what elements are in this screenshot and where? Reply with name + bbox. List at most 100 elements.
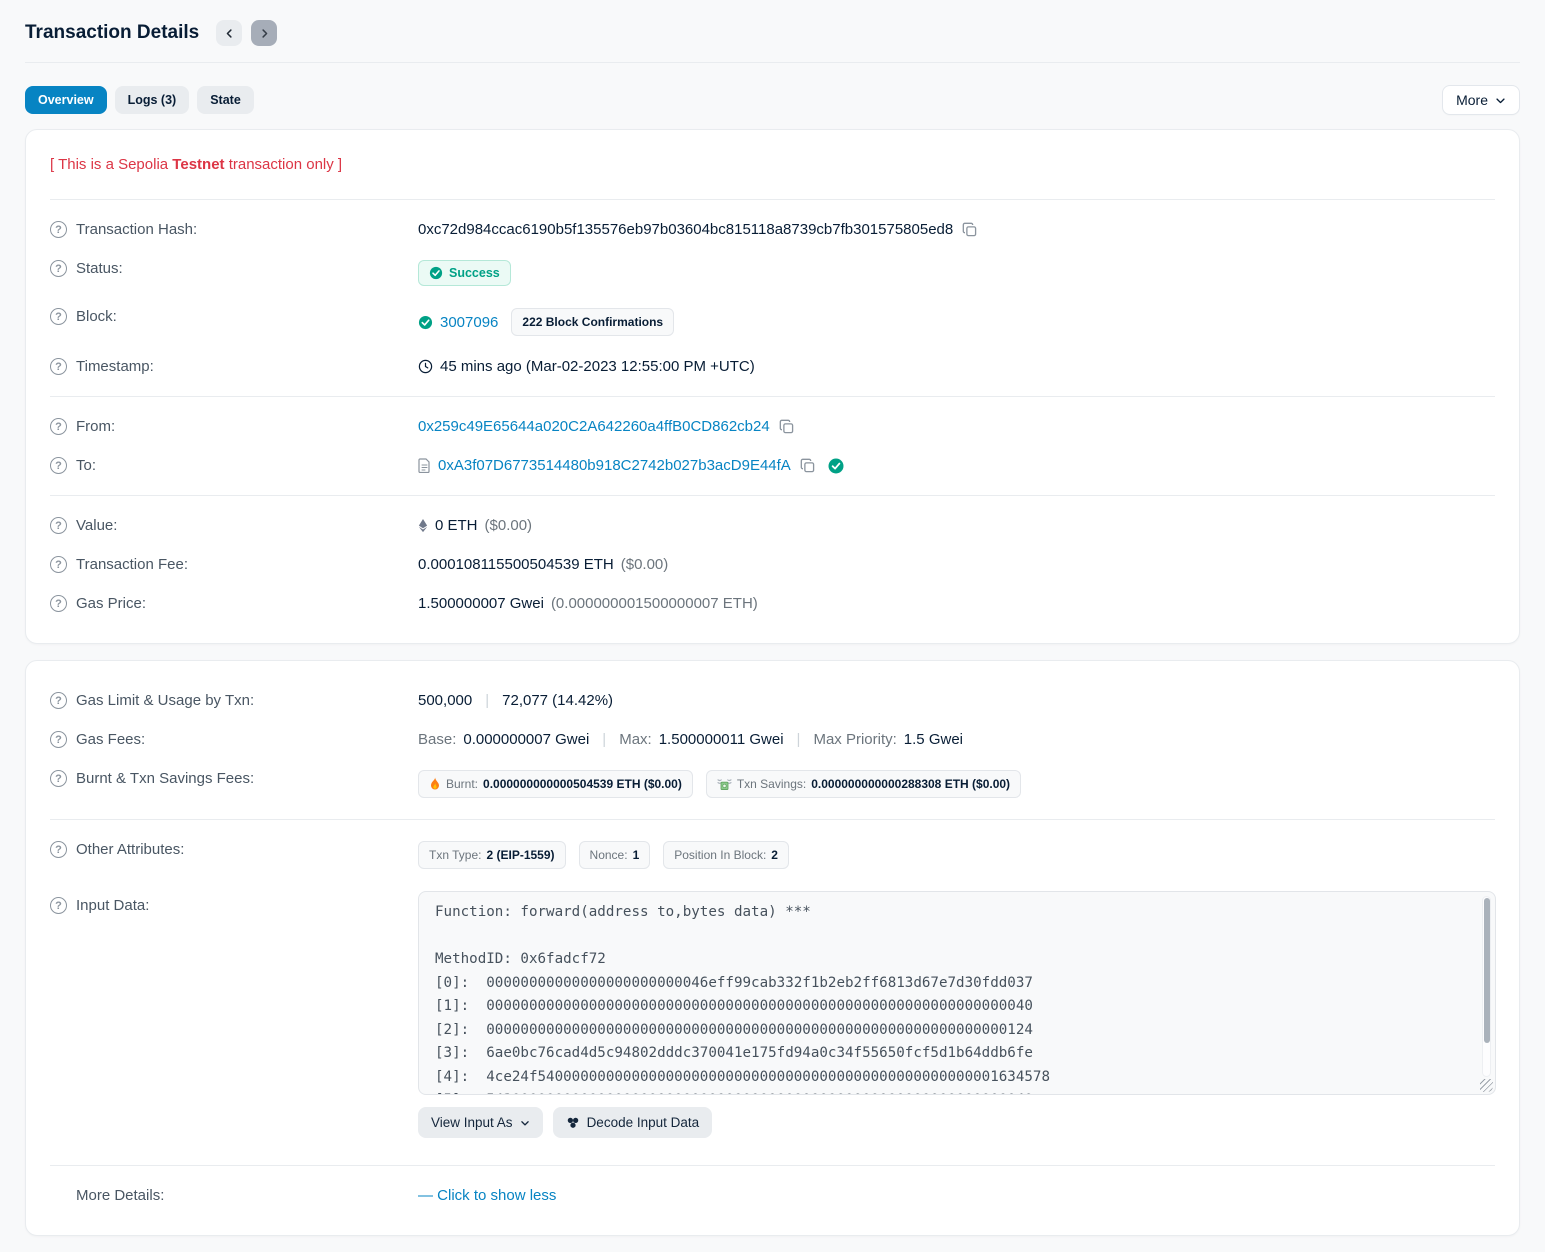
to-address-link[interactable]: 0xA3f07D6773514480b918C2742b027b3acD9E44… (438, 457, 791, 474)
status-badge-label: Success (449, 266, 500, 280)
row-timestamp: ? Timestamp: 45 mins ago (Mar-02-2023 12… (50, 347, 1495, 386)
help-icon[interactable]: ? (50, 841, 67, 858)
copy-icon (779, 419, 794, 434)
value-label: Value: (76, 517, 117, 534)
max-priority-fee-value: 1.5 Gwei (904, 731, 963, 748)
page: Transaction Details Overview Logs (3) St… (0, 0, 1545, 1236)
max-priority-fee-label: Max Priority: (813, 731, 896, 748)
position-in-block-label: Position In Block: (674, 848, 766, 862)
check-circle-icon (429, 266, 443, 280)
nonce-label: Nonce: (590, 848, 628, 862)
txn-savings-badge: Txn Savings: 0.000000000000288308 ETH ($… (706, 770, 1021, 798)
block-label: Block: (76, 308, 117, 325)
to-label: To: (76, 457, 96, 474)
input-data-scrollbar-thumb[interactable] (1484, 898, 1490, 1043)
tab-logs[interactable]: Logs (3) (115, 86, 190, 114)
transaction-hash-label: Transaction Hash: (76, 221, 197, 238)
divider (50, 819, 1495, 820)
position-in-block-value: 2 (771, 848, 778, 862)
timestamp-value: 45 mins ago (Mar-02-2023 12:55:00 PM +UT… (440, 358, 755, 375)
prev-transaction-button[interactable] (216, 20, 242, 46)
gas-price-amount: 1.500000007 Gwei (418, 595, 544, 612)
max-fee-label: Max: (619, 731, 652, 748)
gas-limit-label: Gas Limit & Usage by Txn: (76, 692, 254, 709)
row-burnt-savings-fees: ? Burnt & Txn Savings Fees: Burnt: 0.000… (50, 759, 1495, 809)
burnt-savings-label: Burnt & Txn Savings Fees: (76, 770, 254, 787)
txn-type-label: Txn Type: (429, 848, 481, 862)
copy-icon (962, 222, 977, 237)
input-data-actions: View Input As Decode Input Data (418, 1107, 1496, 1138)
help-icon[interactable]: ? (50, 517, 67, 534)
nonce-badge: Nonce: 1 (579, 841, 651, 869)
tabs-row: Overview Logs (3) State More (25, 85, 1520, 115)
base-fee-label: Base: (418, 731, 456, 748)
divider (50, 199, 1495, 200)
divider (50, 495, 1495, 496)
row-gas-price: ? Gas Price: 1.500000007 Gwei (0.0000000… (50, 584, 1495, 623)
help-icon[interactable]: ? (50, 308, 67, 325)
base-fee-value: 0.000000007 Gwei (463, 731, 589, 748)
row-transaction-fee: ? Transaction Fee: 0.000108115500504539 … (50, 545, 1495, 584)
verified-check-circle-icon (828, 458, 844, 474)
from-address-link[interactable]: 0x259c49E65644a020C2A642260a4ffB0CD862cb… (418, 418, 770, 435)
next-transaction-button[interactable] (251, 20, 277, 46)
money-with-wings-icon (717, 778, 732, 791)
help-icon[interactable]: ? (50, 556, 67, 573)
row-gas-limit-usage: ? Gas Limit & Usage by Txn: 500,000 | 72… (50, 681, 1495, 720)
clock-icon (418, 359, 433, 374)
help-icon[interactable]: ? (50, 770, 67, 787)
tab-overview[interactable]: Overview (25, 86, 107, 114)
row-from: ? From: 0x259c49E65644a020C2A642260a4ffB… (50, 407, 1495, 446)
status-badge: Success (418, 260, 511, 286)
chevron-down-icon (520, 1118, 530, 1128)
input-data-label: Input Data: (76, 897, 149, 914)
help-icon[interactable]: ? (50, 897, 67, 914)
view-input-as-button[interactable]: View Input As (418, 1107, 543, 1138)
row-input-data: ? Input Data: Function: forward(address … (50, 880, 1495, 1149)
input-data-scrollbar-track[interactable] (1482, 896, 1491, 1077)
timestamp-label: Timestamp: (76, 358, 154, 375)
value-amount: 0 ETH (435, 517, 478, 534)
pipe-divider: | (596, 731, 612, 748)
fire-icon (429, 777, 441, 791)
resize-handle[interactable] (1480, 1079, 1493, 1092)
nonce-value: 1 (633, 848, 640, 862)
more-dropdown-button[interactable]: More (1442, 85, 1520, 115)
help-icon[interactable]: ? (50, 595, 67, 612)
row-to: ? To: 0xA3f07D6773514480b918C2742b027b3a… (50, 446, 1495, 485)
txn-type-value: 2 (EIP-1559) (486, 848, 554, 862)
block-confirmations-badge: 222 Block Confirmations (511, 308, 674, 336)
status-label: Status: (76, 260, 123, 277)
row-more-details: More Details: — Click to show less (50, 1176, 1495, 1215)
block-number-link[interactable]: 3007096 (440, 314, 498, 331)
input-data-textarea[interactable]: Function: forward(address to,bytes data)… (418, 891, 1496, 1095)
help-icon[interactable]: ? (50, 260, 67, 277)
help-icon[interactable]: ? (50, 457, 67, 474)
testnet-warning: [ This is a Sepolia Testnet transaction … (50, 150, 1495, 189)
row-value: ? Value: 0 ETH ($0.00) (50, 506, 1495, 545)
copy-to-address-button[interactable] (798, 458, 817, 473)
help-icon[interactable]: ? (50, 358, 67, 375)
eth-diamond-icon (418, 518, 428, 533)
row-transaction-hash: ? Transaction Hash: 0xc72d984ccac6190b5f… (50, 210, 1495, 249)
more-details-label: More Details: (76, 1187, 164, 1204)
page-title: Transaction Details (25, 22, 199, 44)
decode-input-data-button[interactable]: Decode Input Data (553, 1107, 713, 1138)
max-fee-value: 1.500000011 Gwei (659, 731, 784, 748)
check-circle-icon (418, 315, 433, 330)
decode-input-data-label: Decode Input Data (587, 1115, 700, 1130)
help-icon[interactable]: ? (50, 692, 67, 709)
txn-savings-value: 0.000000000000288308 ETH ($0.00) (811, 777, 1010, 791)
help-icon[interactable]: ? (50, 418, 67, 435)
show-less-link[interactable]: — Click to show less (418, 1187, 556, 1204)
copy-hash-button[interactable] (960, 222, 979, 237)
help-icon[interactable]: ? (50, 221, 67, 238)
copy-from-address-button[interactable] (777, 419, 796, 434)
help-icon[interactable]: ? (50, 731, 67, 748)
row-block: ? Block: 3007096 222 Block Confirmations (50, 297, 1495, 347)
divider (50, 396, 1495, 397)
txn-savings-label: Txn Savings: (737, 777, 806, 791)
tab-state[interactable]: State (197, 86, 254, 114)
position-in-block-badge: Position In Block: 2 (663, 841, 789, 869)
row-status: ? Status: Success (50, 249, 1495, 297)
